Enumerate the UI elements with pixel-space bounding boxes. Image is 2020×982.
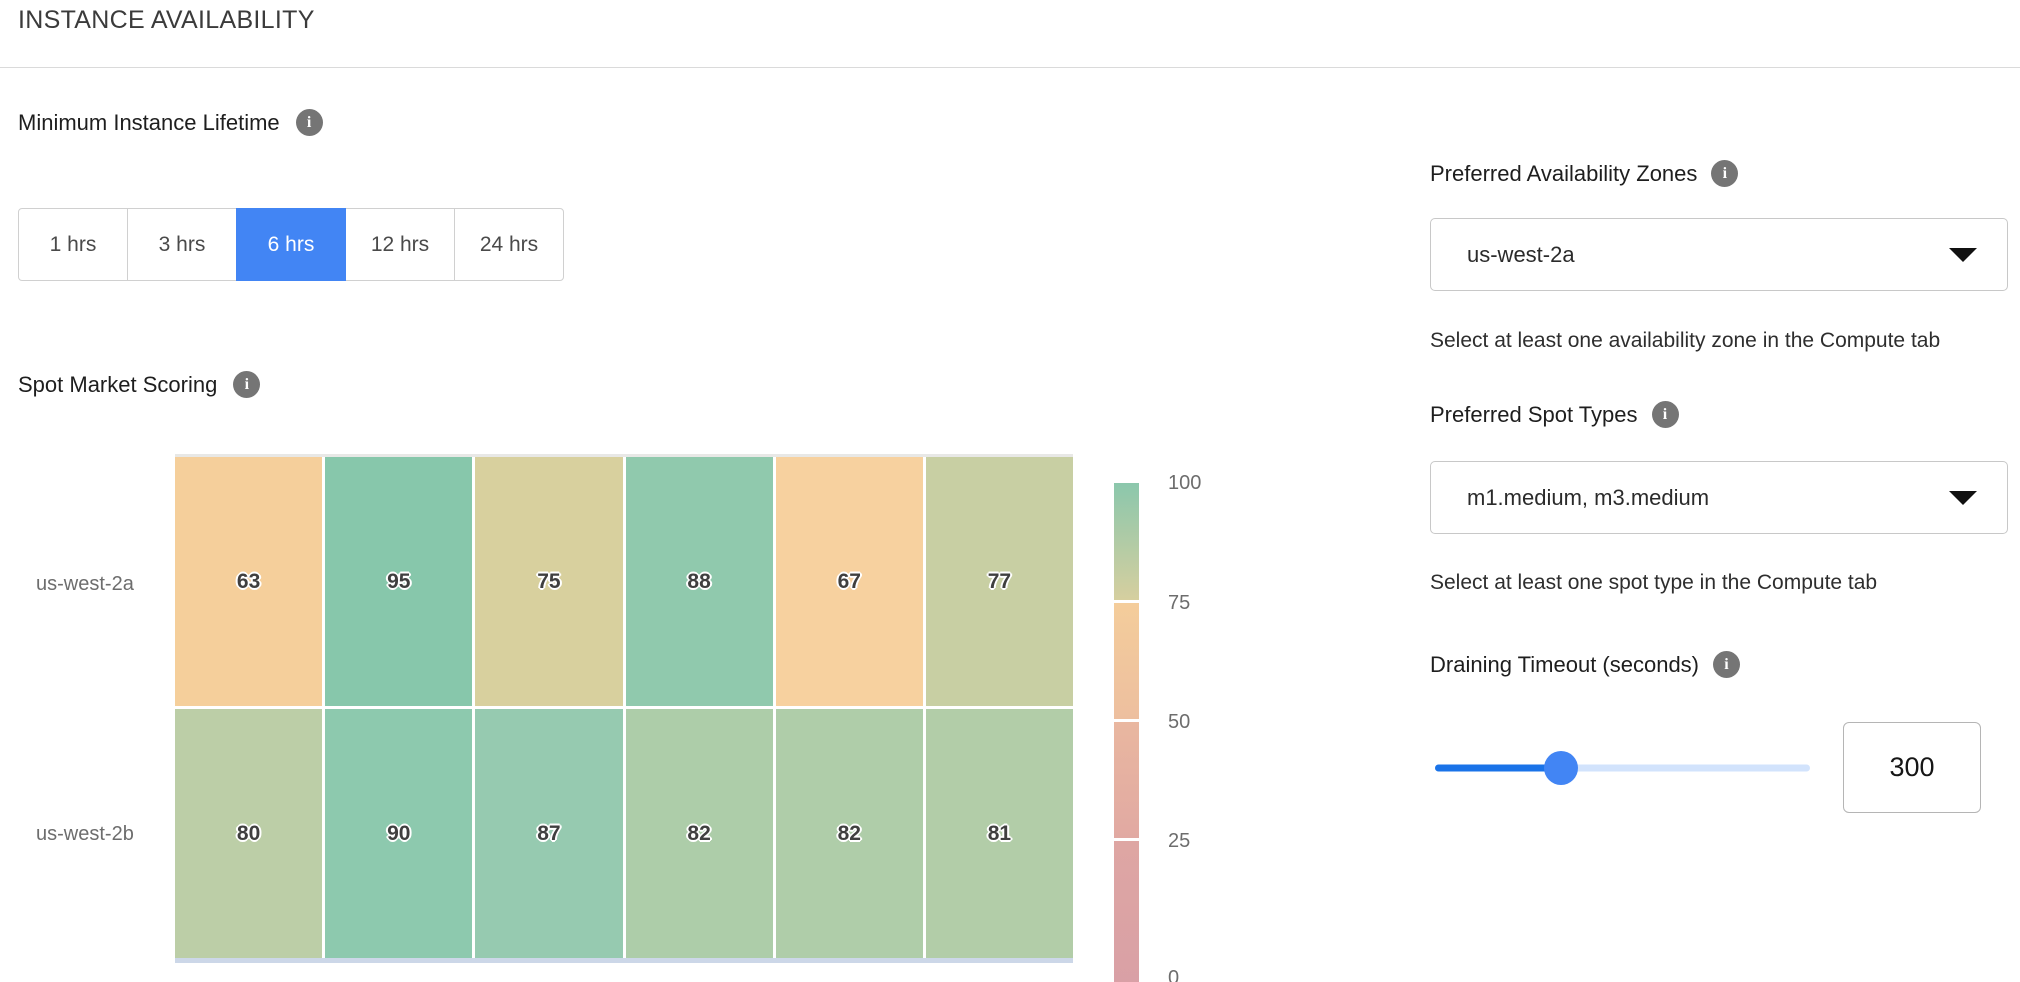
draining-timeout-input[interactable] — [1843, 722, 1981, 813]
heatmap-cell: 90 — [325, 709, 472, 958]
heatmap-cell: 88 — [626, 457, 773, 706]
heatmap-cell: 82 — [776, 709, 923, 958]
availability-zones-helper-text: Select at least one availability zone in… — [1430, 329, 2008, 353]
colorbar-tick-label: 25 — [1168, 828, 1190, 854]
info-icon[interactable]: i — [1711, 160, 1738, 187]
lifetime-button-group: 1 hrs3 hrs6 hrs12 hrs24 hrs — [18, 208, 564, 281]
colorbar-tick-label: 100 — [1168, 470, 1201, 496]
heatmap-bottom-scroll-strip — [175, 958, 1073, 963]
lifetime-option-24-hrs[interactable]: 24 hrs — [454, 208, 564, 281]
colorbar-tick-label: 0 — [1168, 965, 1179, 982]
lifetime-option-6-hrs[interactable]: 6 hrs — [236, 208, 346, 281]
slider-fill — [1435, 764, 1561, 771]
info-icon[interactable]: i — [1713, 651, 1740, 678]
info-icon[interactable]: i — [233, 371, 260, 398]
heatmap-cell: 77 — [926, 457, 1073, 706]
heatmap: 639575886777809087828281 — [175, 457, 1073, 958]
lifetime-option-3-hrs[interactable]: 3 hrs — [127, 208, 237, 281]
draining-timeout-slider-row — [1430, 722, 2008, 813]
preferred-availability-zones-label-row: Preferred Availability Zones i — [1430, 160, 2008, 187]
draining-timeout-label: Draining Timeout (seconds) — [1430, 652, 1699, 678]
chevron-down-icon — [1949, 248, 1977, 262]
colorbar-tick-label: 75 — [1168, 590, 1190, 616]
heatmap-cell: 67 — [776, 457, 923, 706]
heatmap-cell: 95 — [325, 457, 472, 706]
draining-timeout-label-row: Draining Timeout (seconds) i — [1430, 651, 2008, 678]
colorbar-segment — [1114, 722, 1139, 838]
preferred-spot-types-label-row: Preferred Spot Types i — [1430, 401, 2008, 428]
preferred-availability-zones-label: Preferred Availability Zones — [1430, 161, 1697, 187]
heatmap-cell: 80 — [175, 709, 322, 958]
lifetime-option-12-hrs[interactable]: 12 hrs — [345, 208, 455, 281]
colorbar-segment — [1114, 483, 1139, 600]
spot-types-dropdown[interactable]: m1.medium, m3.medium — [1430, 461, 2008, 534]
info-icon[interactable]: i — [1652, 401, 1679, 428]
colorbar — [1114, 483, 1139, 982]
minimum-instance-lifetime-label: Minimum Instance Lifetime — [18, 110, 280, 136]
preferred-spot-types-label: Preferred Spot Types — [1430, 402, 1638, 428]
colorbar-segment — [1114, 603, 1139, 719]
right-panel: Preferred Availability Zones i us-west-2… — [1430, 160, 2008, 813]
spot-market-scoring-label: Spot Market Scoring — [18, 372, 217, 398]
spot-types-dropdown-value: m1.medium, m3.medium — [1467, 485, 1709, 511]
heatmap-row-label: us-west-2a — [36, 573, 166, 596]
heatmap-row-label: us-west-2b — [36, 823, 166, 846]
spot-market-scoring-label-row: Spot Market Scoring i — [18, 371, 260, 398]
header-divider — [0, 67, 2020, 68]
colorbar-tick-label: 50 — [1168, 709, 1190, 735]
heatmap-cell: 75 — [475, 457, 622, 706]
chevron-down-icon — [1949, 491, 1977, 505]
heatmap-cell: 63 — [175, 457, 322, 706]
slider-thumb[interactable] — [1544, 751, 1578, 785]
lifetime-option-1-hrs[interactable]: 1 hrs — [18, 208, 128, 281]
availability-zones-dropdown[interactable]: us-west-2a — [1430, 218, 2008, 291]
page-title: INSTANCE AVAILABILITY — [18, 6, 315, 35]
info-icon[interactable]: i — [296, 109, 323, 136]
spot-types-helper-text: Select at least one spot type in the Com… — [1430, 571, 2008, 595]
heatmap-cell: 82 — [626, 709, 773, 958]
heatmap-cell: 87 — [475, 709, 622, 958]
availability-zones-dropdown-value: us-west-2a — [1467, 242, 1575, 268]
heatmap-cell: 81 — [926, 709, 1073, 958]
colorbar-segment — [1114, 841, 1139, 982]
draining-timeout-slider[interactable] — [1435, 722, 1810, 813]
minimum-instance-lifetime-label-row: Minimum Instance Lifetime i — [18, 109, 323, 136]
